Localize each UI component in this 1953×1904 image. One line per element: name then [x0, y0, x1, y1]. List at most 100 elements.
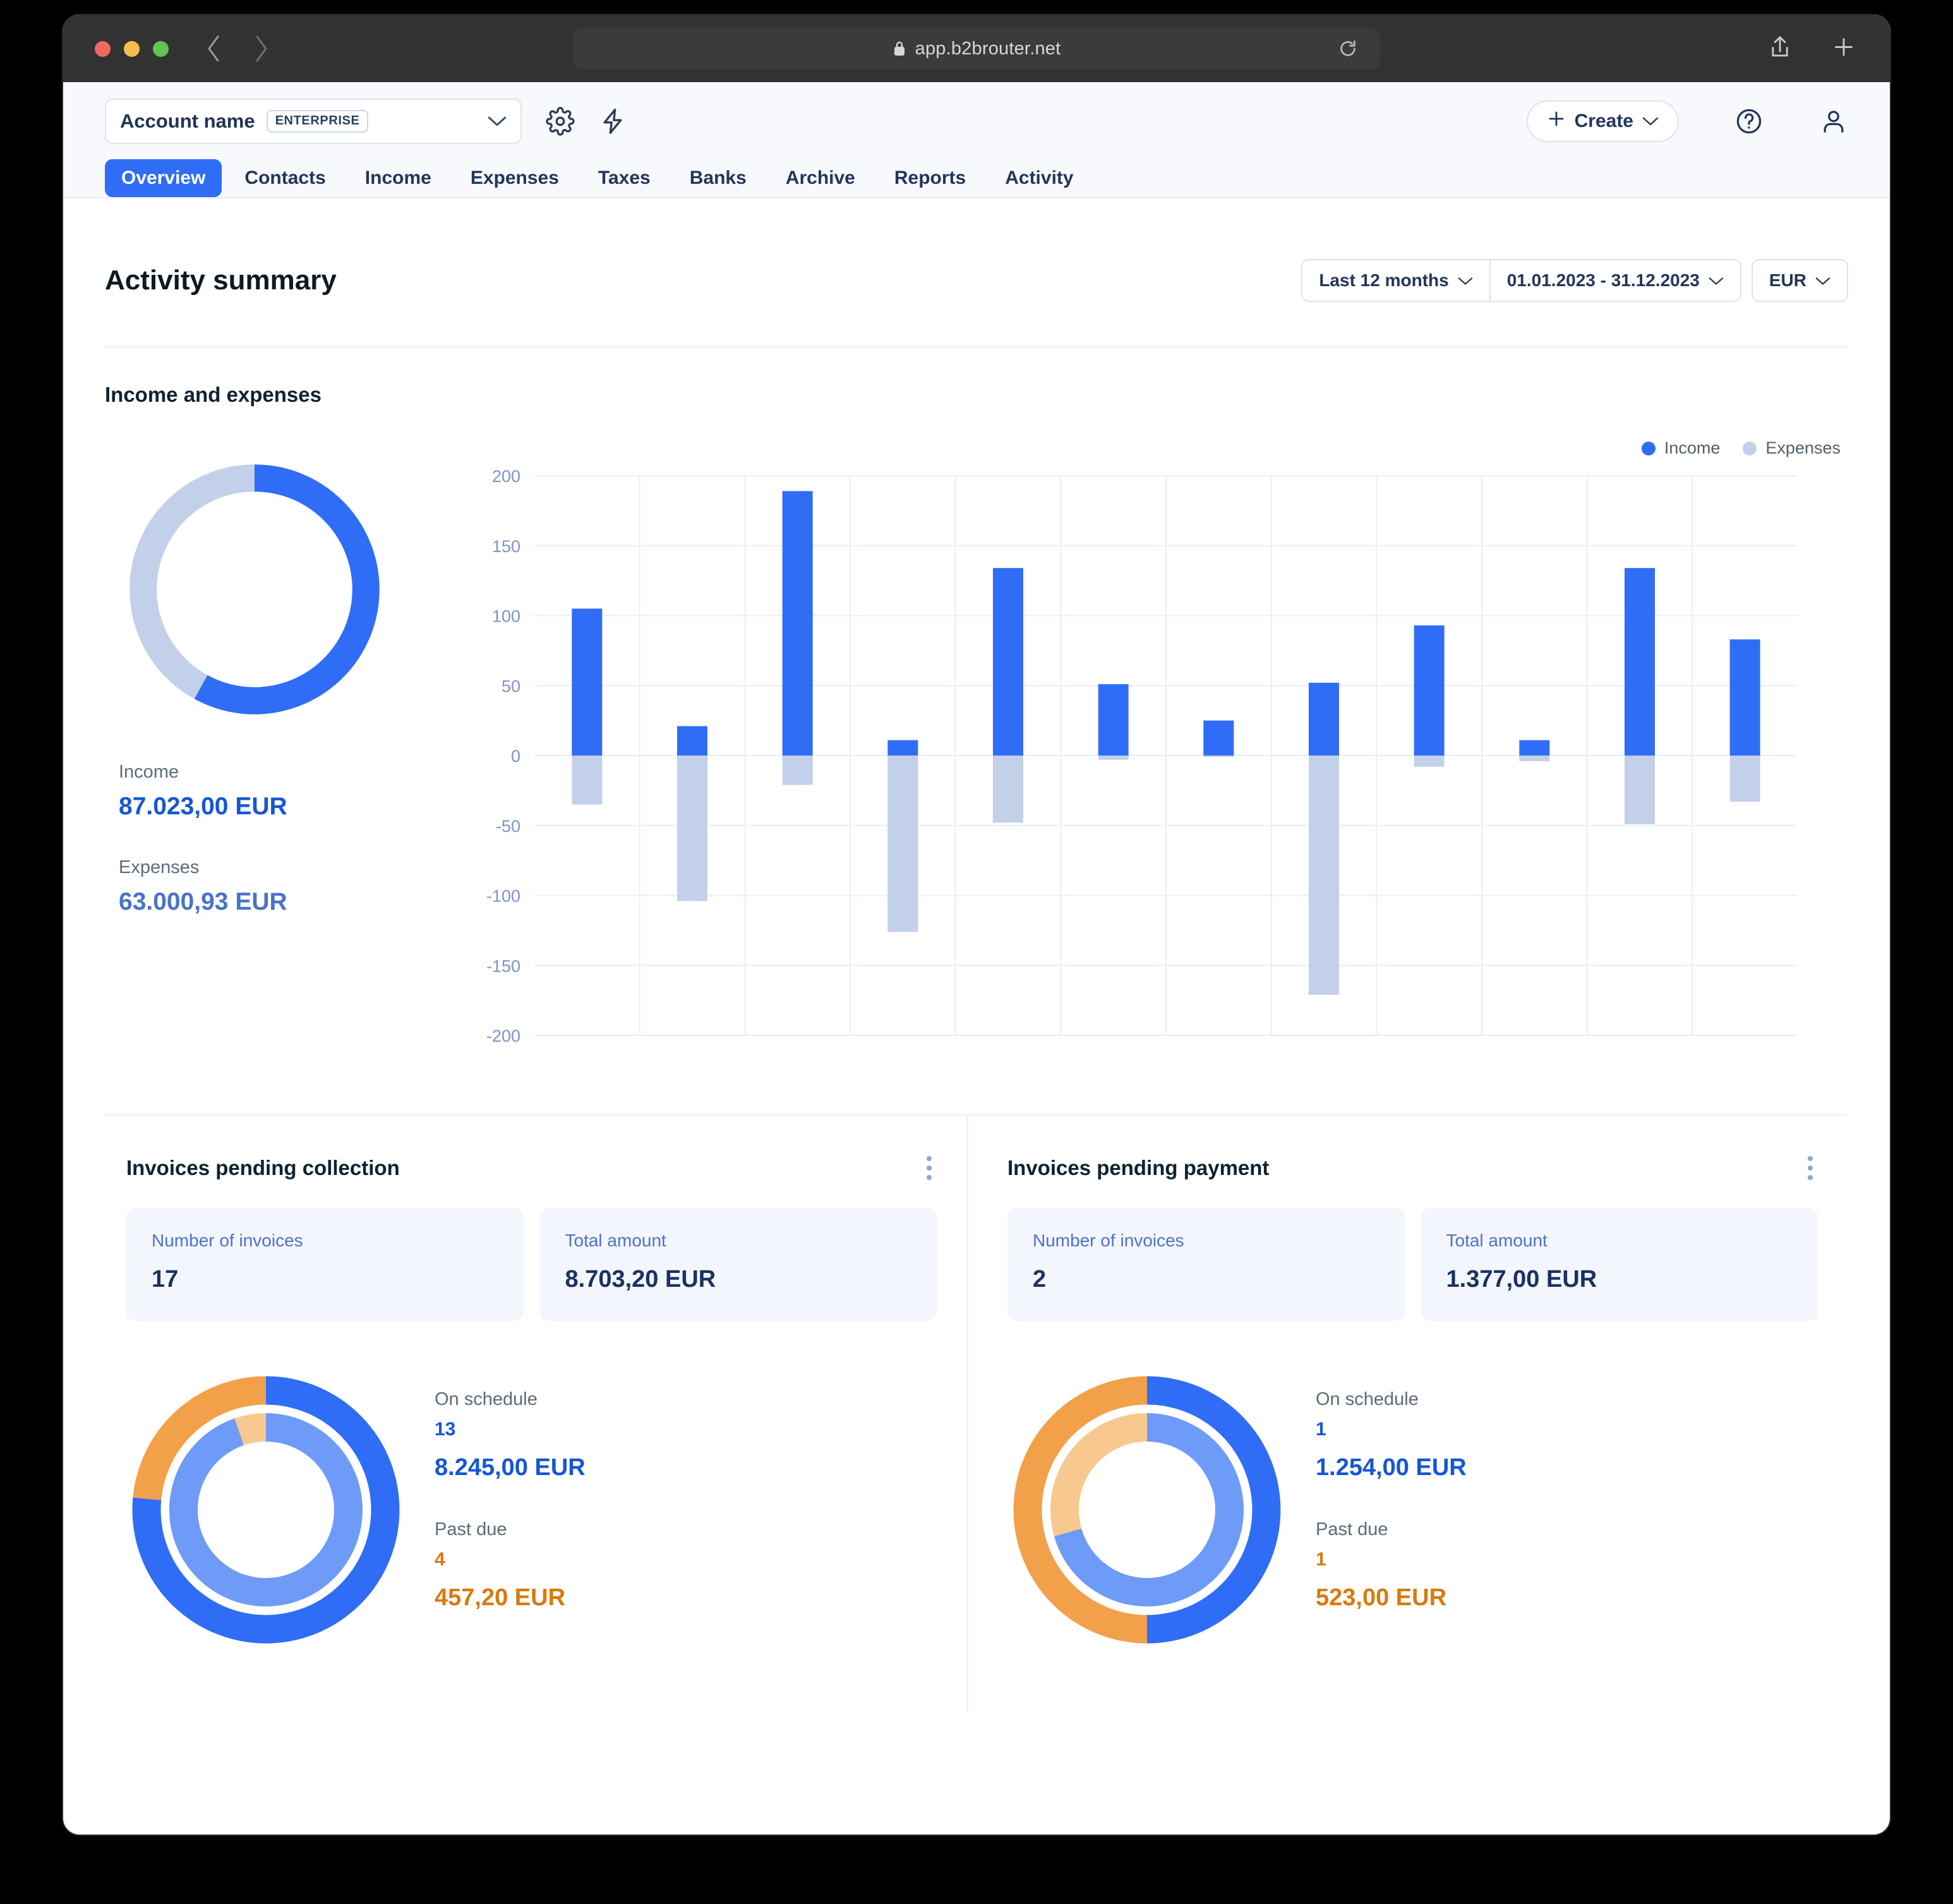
pending-payment-card: Invoices pending payment Number of invoi…: [967, 1116, 1848, 1713]
income-expenses-section: Income and expenses Income 87.023,00 EUR…: [105, 347, 1848, 1114]
create-button[interactable]: Create: [1526, 100, 1679, 142]
tab-overview[interactable]: Overview: [105, 159, 222, 197]
tab-expenses[interactable]: Expenses: [454, 159, 575, 197]
close-window-button[interactable]: [95, 40, 111, 57]
income-stat: Income 87.023,00 EUR: [119, 762, 459, 821]
bar-expenses: [1203, 756, 1234, 757]
tab-reports[interactable]: Reports: [878, 159, 982, 197]
bar-income: [1098, 684, 1129, 756]
plus-icon: [1547, 109, 1566, 133]
collection-past-due-amount: 457,20 EUR: [435, 1584, 566, 1611]
legend-dot-income: [1641, 441, 1656, 455]
collection-breakdown: On schedule 13 8.245,00 EUR Past due 4 4…: [408, 1368, 586, 1612]
account-selector[interactable]: Account name ENTERPRISE: [105, 99, 522, 144]
tab-contacts[interactable]: Contacts: [228, 159, 342, 197]
period-filter[interactable]: Last 12 months: [1302, 260, 1489, 301]
bar-income: [993, 568, 1023, 756]
bar-expenses: [1519, 756, 1550, 761]
collection-past-due: Past due 4 457,20 EUR: [435, 1519, 586, 1612]
share-icon[interactable]: [1770, 35, 1790, 63]
expenses-value: 63.000,93 EUR: [119, 888, 287, 915]
income-expenses-donut-chart: [119, 454, 390, 725]
question-circle-icon[interactable]: [1734, 107, 1764, 136]
account-name-label: Account name: [120, 110, 255, 132]
tab-archive[interactable]: Archive: [769, 159, 872, 197]
reload-icon[interactable]: [1338, 39, 1357, 58]
back-icon[interactable]: [204, 34, 223, 63]
invoice-cards: Invoices pending collection Number of in…: [105, 1114, 1848, 1713]
bar-expenses: [1625, 756, 1655, 824]
period-filter-label: Last 12 months: [1319, 270, 1449, 290]
chevron-down-icon: [1815, 270, 1830, 291]
new-tab-icon[interactable]: [1833, 37, 1854, 61]
payment-past-due: Past due 1 523,00 EUR: [1316, 1519, 1467, 1612]
income-expenses-summary: Income 87.023,00 EUR Expenses 63.000,93 …: [105, 432, 459, 1064]
collection-past-due-label: Past due: [435, 1519, 507, 1539]
user-icon[interactable]: [1819, 107, 1848, 136]
forward-icon[interactable]: [252, 34, 271, 63]
app-header: Account name ENTERPRISE Create Overview …: [63, 82, 1890, 198]
browser-window: app.b2brouter.net Account name ENTERPRIS…: [63, 15, 1890, 1835]
bar-expenses: [993, 756, 1023, 823]
tab-taxes[interactable]: Taxes: [582, 159, 667, 197]
payment-ring-chart: [1005, 1368, 1289, 1652]
kebab-menu-icon[interactable]: [922, 1151, 937, 1185]
bar-expenses: [1414, 756, 1445, 767]
payment-total-label: Total amount: [1446, 1231, 1547, 1250]
currency-filter[interactable]: EUR: [1752, 260, 1847, 301]
collection-ring-chart: [124, 1368, 408, 1652]
y-axis-tick: 50: [502, 677, 520, 696]
pending-collection-card: Invoices pending collection Number of in…: [105, 1116, 967, 1713]
tab-banks[interactable]: Banks: [673, 159, 763, 197]
payment-number-label: Number of invoices: [1033, 1231, 1184, 1250]
currency-label: EUR: [1769, 270, 1806, 290]
chart-legend: Income Expenses: [459, 438, 1848, 458]
collection-total-value: 8.703,20 EUR: [565, 1266, 716, 1292]
payment-number-box: Number of invoices 2: [1007, 1208, 1405, 1321]
pending-payment-title: Invoices pending payment: [1007, 1156, 1270, 1179]
date-range-filter[interactable]: 01.01.2023 - 31.12.2023: [1489, 260, 1740, 301]
gear-icon[interactable]: [546, 107, 575, 136]
kebab-menu-icon[interactable]: [1803, 1151, 1818, 1185]
main-nav-tabs[interactable]: Overview Contacts Income Expenses Taxes …: [105, 159, 1848, 197]
payment-on-schedule-count: 1: [1316, 1419, 1326, 1440]
payment-past-due-amount: 523,00 EUR: [1316, 1584, 1447, 1611]
collection-number-value: 17: [152, 1266, 179, 1292]
payment-number-value: 2: [1033, 1266, 1047, 1292]
page-title: Activity summary: [105, 265, 337, 296]
expenses-stat: Expenses 63.000,93 EUR: [119, 857, 459, 916]
url-text: app.b2brouter.net: [915, 38, 1061, 59]
bar-income: [1414, 625, 1445, 756]
payment-past-due-label: Past due: [1316, 1519, 1388, 1539]
collection-on-schedule: On schedule 13 8.245,00 EUR: [435, 1389, 586, 1481]
tab-activity[interactable]: Activity: [989, 159, 1090, 197]
chevron-down-icon: [488, 115, 507, 128]
tab-income[interactable]: Income: [349, 159, 448, 197]
window-controls[interactable]: [95, 40, 169, 57]
income-value: 87.023,00 EUR: [119, 793, 287, 820]
browser-titlebar: app.b2brouter.net: [63, 15, 1890, 82]
collection-on-schedule-count: 13: [435, 1419, 456, 1440]
page-header: Activity summary Last 12 months 01.01.20…: [105, 198, 1848, 346]
payment-past-due-count: 1: [1316, 1549, 1326, 1570]
legend-item-expenses: Expenses: [1743, 438, 1841, 458]
address-bar[interactable]: app.b2brouter.net: [573, 28, 1380, 69]
maximize-window-button[interactable]: [153, 40, 169, 57]
screenshot-root: app.b2brouter.net Account name ENTERPRIS…: [0, 0, 1953, 1904]
bar-income: [887, 740, 918, 756]
chevron-down-icon: [1709, 270, 1724, 291]
y-axis-tick: -150: [486, 956, 520, 975]
minimize-window-button[interactable]: [124, 40, 140, 57]
bar-income: [1519, 740, 1550, 756]
bar-expenses: [1729, 756, 1760, 802]
date-range-label: 01.01.2023 - 31.12.2023: [1506, 270, 1700, 290]
plan-badge: ENTERPRISE: [266, 110, 369, 133]
y-axis-tick: 100: [492, 607, 520, 626]
lightning-bolt-icon[interactable]: [599, 107, 627, 135]
bar-expenses: [572, 756, 603, 805]
collection-on-schedule-label: On schedule: [435, 1389, 538, 1409]
y-axis-tick: -50: [496, 817, 520, 836]
bar-income: [782, 491, 813, 756]
expenses-label: Expenses: [119, 857, 200, 877]
pending-collection-title: Invoices pending collection: [126, 1156, 400, 1179]
